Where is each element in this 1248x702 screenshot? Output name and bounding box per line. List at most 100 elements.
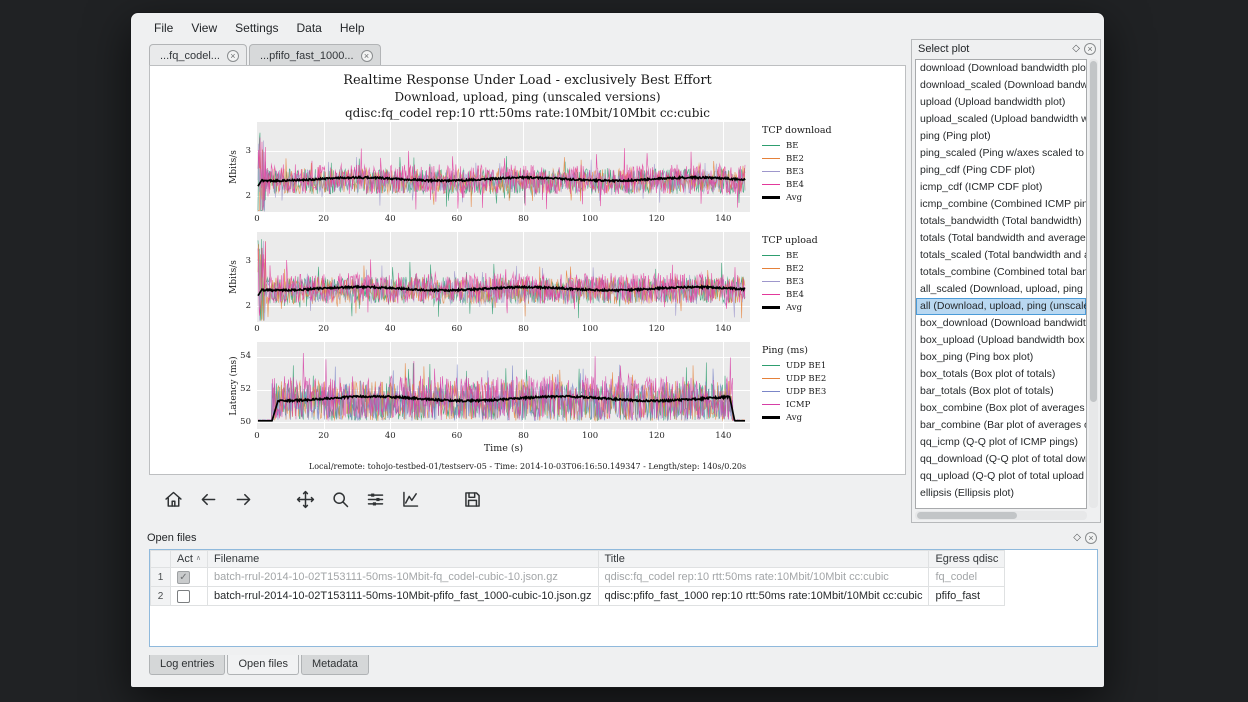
column-header-egress-qdisc[interactable]: Egress qdisc (929, 551, 1005, 568)
plot-list-item[interactable]: box_ping (Ping box plot) (916, 349, 1086, 366)
plot-list-item[interactable]: download (Download bandwidth plot) (916, 60, 1086, 77)
plot-list-item[interactable]: box_combine (Box plot of averages of se (916, 400, 1086, 417)
active-checkbox[interactable] (177, 571, 190, 584)
row-number: 2 (151, 587, 171, 606)
legend-title: TCP download (762, 125, 904, 136)
column-header-act[interactable]: Act∧ (171, 551, 208, 568)
plot-list-item[interactable]: all_scaled (Download, upload, ping (scal… (916, 281, 1086, 298)
plot-list-item[interactable]: ellipsis (Ellipsis plot) (916, 485, 1086, 502)
bottom-tab-log-entries[interactable]: Log entries (149, 655, 225, 675)
horizontal-scrollbar[interactable] (915, 511, 1087, 520)
plot-list-item[interactable]: qq_icmp (Q-Q plot of ICMP pings) (916, 434, 1086, 451)
plot-list-item[interactable]: upload (Upload bandwidth plot) (916, 94, 1086, 111)
menu-help[interactable]: Help (331, 18, 374, 38)
tab-close-icon[interactable]: × (361, 50, 373, 62)
plot-list-item[interactable]: download_scaled (Download bandwidth (916, 77, 1086, 94)
legend-swatch (762, 184, 780, 186)
plot-tab-2[interactable]: ...pfifo_fast_1000... × (249, 44, 381, 66)
back-icon (198, 489, 219, 510)
plot-list-item[interactable]: bar_combine (Bar plot of averages of se (916, 417, 1086, 434)
plot-list-item[interactable]: totals (Total bandwidth and average pin (916, 230, 1086, 247)
forward-button[interactable] (231, 486, 256, 512)
x-tick-label: 100 (580, 324, 600, 334)
sort-indicator-icon: ∧ (196, 555, 201, 562)
file-row[interactable]: 1batch-rrul-2014-10-02T153111-50ms-10Mbi… (151, 568, 1005, 587)
bottom-tab-metadata[interactable]: Metadata (301, 655, 369, 675)
legend-entry: UDP BE2 (762, 372, 904, 385)
plot-list-item[interactable]: box_totals (Box plot of totals) (916, 366, 1086, 383)
legend-label: UDP BE3 (786, 387, 826, 397)
x-tick-label: 80 (513, 214, 533, 224)
figure-title-line-2: Download, upload, ping (unscaled version… (150, 90, 905, 104)
x-tick-label: 60 (447, 214, 467, 224)
plot-list-item[interactable]: totals_bandwidth (Total bandwidth) (916, 213, 1086, 230)
close-panel-icon[interactable]: × (1084, 43, 1096, 55)
legend-label: UDP BE1 (786, 361, 826, 371)
legend-swatch (762, 416, 780, 419)
save-button[interactable] (460, 486, 485, 512)
x-tick-label: 80 (513, 324, 533, 334)
plot-list-item[interactable]: qq_download (Q-Q plot of total downloa (916, 451, 1086, 468)
plot-list-item[interactable]: box_download (Download bandwidth b (916, 315, 1086, 332)
subplots-button[interactable] (363, 486, 388, 512)
app-window: FileViewSettingsDataHelp ...fq_codel... ×… (130, 12, 1105, 688)
float-panel-icon[interactable]: ◇ (1073, 532, 1081, 544)
tab-label: ...pfifo_fast_1000... (260, 50, 354, 62)
open-files-table-area: Act∧FilenameTitleEgress qdisc1batch-rrul… (149, 549, 1098, 647)
float-panel-icon[interactable]: ◇ (1072, 43, 1080, 55)
plot-list-item[interactable]: bar_totals (Box plot of totals) (916, 383, 1086, 400)
legend-swatch (762, 158, 780, 160)
horizontal-scrollbar-thumb[interactable] (917, 512, 1017, 519)
menu-settings[interactable]: Settings (226, 18, 287, 38)
plot-list-item[interactable]: icmp_cdf (ICMP CDF plot) (916, 179, 1086, 196)
vertical-scrollbar[interactable] (1089, 59, 1098, 508)
plot-list-item[interactable]: ping_cdf (Ping CDF plot) (916, 162, 1086, 179)
plot-list-item[interactable]: icmp_combine (Combined ICMP ping pl (916, 196, 1086, 213)
x-tick-label: 60 (447, 431, 467, 441)
chart-canvas[interactable] (257, 122, 750, 212)
customize-icon (400, 489, 421, 510)
legend-entry: ICMP (762, 398, 904, 411)
plot-list-item[interactable]: ping_scaled (Ping w/axes scaled to remo (916, 145, 1086, 162)
legend-swatch (762, 391, 780, 393)
tab-close-icon[interactable]: × (227, 50, 239, 62)
column-header-title[interactable]: Title (598, 551, 929, 568)
chart-canvas[interactable] (257, 232, 750, 322)
chart-canvas[interactable] (257, 342, 750, 429)
zoom-button[interactable] (328, 486, 353, 512)
x-tick-label: 0 (247, 324, 267, 334)
legend-label: BE4 (786, 290, 804, 300)
plot-list-item[interactable]: totals_combine (Combined total bandw (916, 264, 1086, 281)
select-plot-panel-header: Select plot ◇ × (912, 40, 1100, 58)
tab-label: ...fq_codel... (160, 50, 220, 62)
menu-file[interactable]: File (145, 18, 182, 38)
legend-label: BE2 (786, 264, 804, 274)
subplot-tcp-download: 23020406080100120140Mbits/sTCP downloadB… (150, 122, 906, 234)
plot-list-item[interactable]: qq_upload (Q-Q plot of total upload ba (916, 468, 1086, 485)
plot-list-item[interactable]: totals_scaled (Total bandwidth and aver (916, 247, 1086, 264)
plot-list-item[interactable]: upload_scaled (Upload bandwidth w/ax (916, 111, 1086, 128)
bottom-tab-open-files[interactable]: Open files (227, 655, 299, 675)
plot-tab-bar: ...fq_codel... × ...pfifo_fast_1000... × (149, 43, 381, 66)
legend-entry: BE (762, 139, 904, 152)
plot-list-item[interactable]: all (Download, upload, ping (unscaled ve (916, 298, 1086, 315)
plot-tab-1[interactable]: ...fq_codel... × (149, 44, 247, 66)
legend-swatch (762, 404, 780, 406)
figure-title-line-1: Realtime Response Under Load - exclusive… (150, 73, 905, 88)
bottom-tab-bar: Log entriesOpen filesMetadata (149, 655, 369, 675)
plot-list-item[interactable]: ping (Ping plot) (916, 128, 1086, 145)
plot-list-item[interactable]: box_upload (Upload bandwidth box plo (916, 332, 1086, 349)
back-button[interactable] (196, 486, 221, 512)
vertical-scrollbar-thumb[interactable] (1090, 61, 1097, 402)
home-button[interactable] (161, 486, 186, 512)
active-checkbox[interactable] (177, 590, 190, 603)
legend-swatch (762, 145, 780, 147)
table-corner (151, 551, 171, 568)
close-panel-icon[interactable]: × (1085, 532, 1097, 544)
column-header-filename[interactable]: Filename (208, 551, 598, 568)
customize-button[interactable] (398, 486, 423, 512)
file-row[interactable]: 2batch-rrul-2014-10-02T153111-50ms-10Mbi… (151, 587, 1005, 606)
menu-view[interactable]: View (182, 18, 226, 38)
menu-data[interactable]: Data (288, 18, 331, 38)
pan-button[interactable] (293, 486, 318, 512)
